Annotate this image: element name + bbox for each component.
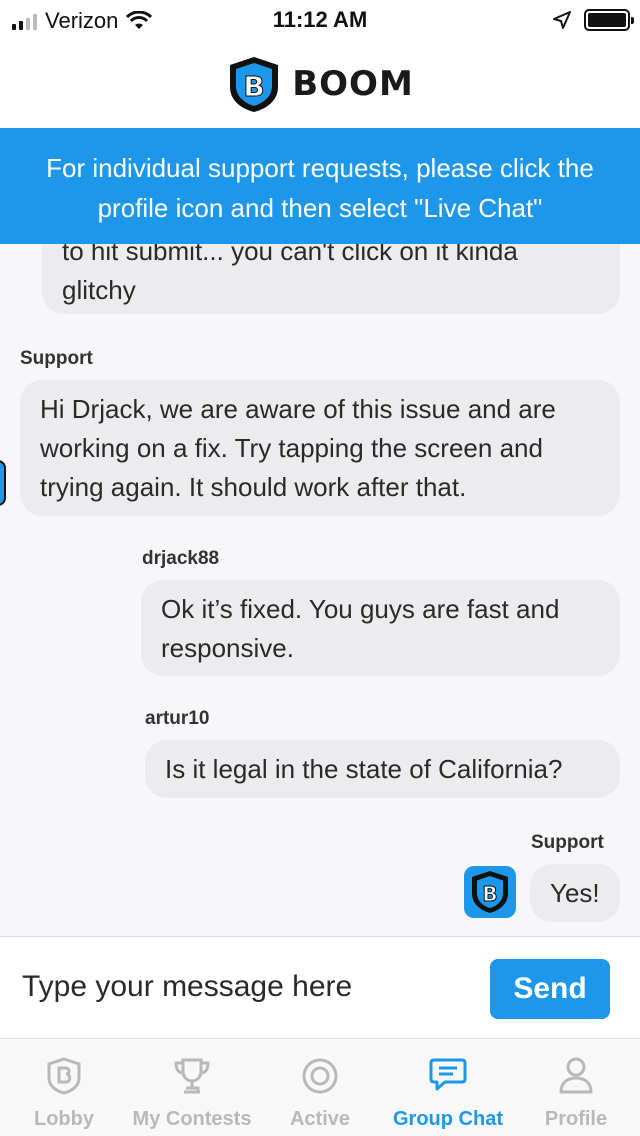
- trophy-icon: [174, 1058, 210, 1094]
- message-line: working on a fix. Try tapping the screen…: [40, 433, 543, 463]
- tab-group-chat[interactable]: Group Chat: [384, 1039, 512, 1136]
- tab-lobby[interactable]: Lobby: [0, 1039, 128, 1136]
- chat-messages[interactable]: to hit submit... you can't click on it k…: [0, 244, 640, 936]
- avatar-letter: B: [482, 882, 497, 906]
- message-line: Hi Drjack, we are aware of this issue an…: [40, 394, 556, 424]
- chat-bubble: Yes!: [530, 864, 620, 922]
- tab-label: Group Chat: [393, 1108, 503, 1130]
- message-line: glitchy: [62, 275, 136, 305]
- logo-letter: B: [244, 70, 265, 103]
- app-header: B BOOM: [0, 40, 640, 128]
- message-line: Yes!: [550, 878, 600, 908]
- support-avatar-icon[interactable]: B: [462, 864, 518, 920]
- tab-bar: Lobby My Contests Active Group Chat Prof…: [0, 1038, 640, 1136]
- battery-icon: [584, 9, 634, 31]
- banner-line-1: For individual support requests, please …: [46, 153, 594, 183]
- status-right: [552, 9, 634, 31]
- tab-my-contests[interactable]: My Contests: [128, 1039, 256, 1136]
- message-line: trying again. It should work after that.: [40, 472, 467, 502]
- chat-bubble: to hit submit... you can't click on it k…: [42, 244, 620, 314]
- tab-label: Lobby: [34, 1108, 94, 1130]
- shield-b-icon: [47, 1057, 81, 1095]
- chat-bubble: Hi Drjack, we are aware of this issue an…: [20, 380, 620, 516]
- brand-name: BOOM: [292, 64, 414, 104]
- message-line: Ok it’s fixed. You guys are fast and: [161, 594, 560, 624]
- message-line: Is it legal in the state of California?: [165, 754, 563, 784]
- tab-profile[interactable]: Profile: [512, 1039, 640, 1136]
- person-icon: [559, 1057, 593, 1094]
- chat-bubble: Is it legal in the state of California?: [145, 740, 620, 798]
- tab-label: Active: [289, 1108, 351, 1130]
- location-arrow-icon: [553, 11, 571, 29]
- target-icon: [302, 1058, 338, 1094]
- support-avatar-icon[interactable]: [0, 460, 6, 506]
- send-button[interactable]: Send: [490, 959, 610, 1019]
- tab-label: Profile: [544, 1108, 608, 1130]
- status-time: 11:12 AM: [272, 7, 368, 32]
- message-sender: artur10: [145, 708, 210, 729]
- message-input[interactable]: [8, 957, 468, 1017]
- message-line: responsive.: [161, 633, 294, 663]
- chat-bubble-icon: [429, 1058, 467, 1091]
- support-banner: For individual support requests, please …: [0, 128, 640, 244]
- tab-active[interactable]: Active: [256, 1039, 384, 1136]
- tab-label: My Contests: [132, 1108, 252, 1130]
- banner-line-2: profile icon and then select "Live Chat": [97, 193, 543, 223]
- boom-logo-icon: B: [230, 57, 279, 112]
- message-line: to hit submit... you can't click on it k…: [62, 244, 518, 266]
- message-sender: Support: [531, 832, 604, 853]
- message-sender: drjack88: [142, 548, 220, 569]
- status-bar: Verizon 11:12 AM: [0, 0, 640, 40]
- chat-bubble: Ok it’s fixed. You guys are fast and res…: [141, 580, 620, 676]
- message-composer: Send: [0, 936, 640, 1038]
- message-sender: Support: [20, 348, 93, 369]
